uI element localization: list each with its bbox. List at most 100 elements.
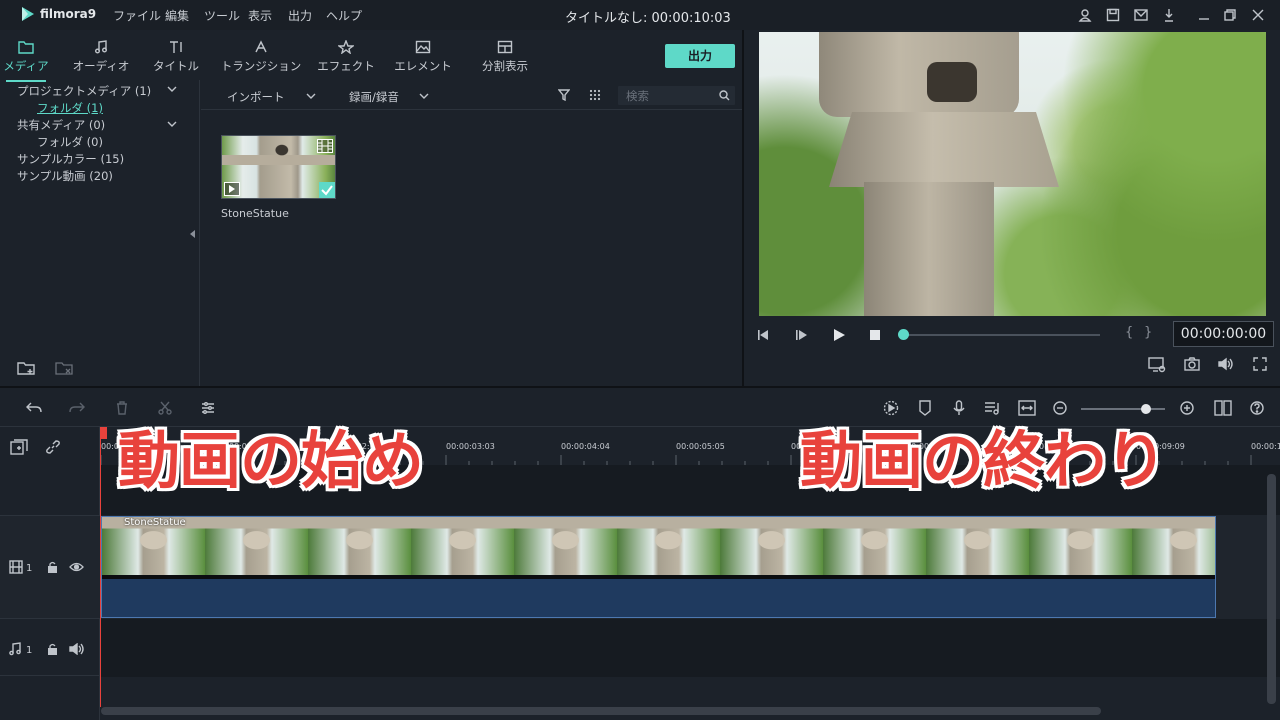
minimize-icon[interactable] (1198, 8, 1210, 22)
playhead-line[interactable] (100, 427, 101, 707)
grid-view-icon[interactable] (589, 89, 601, 101)
audio-mixer-icon[interactable] (984, 400, 1000, 416)
tab-transition[interactable]: トランジション (216, 40, 306, 74)
music-note-icon (66, 40, 136, 54)
ruler-label: 00:00:10:10 (1251, 442, 1280, 451)
tab-elements-label: エレメント (394, 59, 452, 73)
delete-icon[interactable] (115, 401, 129, 415)
chevron-down-icon[interactable] (167, 86, 177, 92)
previous-frame-icon[interactable] (756, 328, 770, 342)
zoom-slider-track[interactable] (1081, 408, 1165, 410)
image-icon (388, 40, 458, 54)
help-icon[interactable] (1250, 401, 1264, 415)
fullscreen-icon[interactable] (1253, 357, 1267, 371)
vertical-scrollbar[interactable] (1267, 474, 1276, 704)
eye-icon[interactable] (69, 562, 84, 572)
download-icon[interactable] (1162, 8, 1176, 22)
folder-tree: プロジェクトメディア (1) フォルダ (1) 共有メディア (0) フォルダ … (0, 80, 200, 386)
filmora-logo-icon (20, 6, 36, 22)
account-icon[interactable] (1078, 8, 1092, 22)
render-preview-icon[interactable] (882, 400, 900, 416)
track-height-icon[interactable] (1214, 400, 1232, 416)
undo-icon[interactable] (26, 401, 42, 415)
export-button[interactable]: 出力 (665, 44, 735, 68)
search-input[interactable]: 検索 (618, 86, 735, 105)
snapshot-camera-icon[interactable] (1184, 357, 1200, 371)
redo-icon[interactable] (69, 401, 85, 415)
cut-icon[interactable] (158, 401, 172, 415)
zoom-out-icon[interactable] (1053, 401, 1067, 415)
chevron-down-icon[interactable] (167, 121, 177, 127)
chevron-down-icon[interactable] (306, 93, 316, 99)
tree-sample-videos[interactable]: サンプル動画 (20) (17, 168, 113, 184)
chevron-down-icon[interactable] (419, 93, 429, 99)
marker-icon[interactable] (918, 400, 932, 416)
menu-tools[interactable]: ツール (204, 7, 240, 24)
link-icon[interactable] (45, 439, 61, 455)
mail-icon[interactable] (1134, 9, 1148, 21)
microphone-icon[interactable] (952, 400, 966, 416)
clip-name: StoneStatue (124, 517, 186, 528)
tab-title[interactable]: タイトル (141, 40, 211, 74)
playhead-slider-handle[interactable] (898, 329, 909, 340)
menu-help[interactable]: ヘルプ (326, 7, 362, 24)
import-dropdown[interactable]: インポート (227, 89, 285, 105)
tab-split-screen[interactable]: 分割表示 (470, 40, 540, 74)
restore-icon[interactable] (1224, 8, 1236, 22)
tab-media[interactable]: メディア (0, 40, 61, 74)
display-settings-icon[interactable] (1148, 357, 1166, 373)
transition-icon (216, 40, 306, 54)
record-dropdown[interactable]: 録画/録音 (349, 89, 399, 105)
ruler-label: 00:00:05:05 (676, 442, 725, 451)
tree-shared-media[interactable]: 共有メディア (0) (17, 117, 105, 133)
track-headers: 1 1 (0, 427, 100, 720)
search-icon[interactable] (719, 90, 730, 101)
menu-view[interactable]: 表示 (248, 7, 272, 24)
media-toolbar: インポート 録画/録音 検索 (201, 80, 742, 110)
speaker-icon[interactable] (69, 643, 85, 655)
add-track-icon[interactable] (10, 439, 28, 455)
tab-effects[interactable]: エフェクト (311, 40, 381, 74)
tab-elements[interactable]: エレメント (388, 40, 458, 74)
fit-timeline-icon[interactable] (1018, 400, 1036, 416)
search-placeholder: 検索 (626, 89, 649, 103)
stone-lantern-top (819, 32, 1019, 117)
mark-out-icon[interactable]: } (1144, 325, 1152, 340)
delete-folder-icon[interactable] (55, 360, 75, 376)
tree-project-media[interactable]: プロジェクトメディア (1) (17, 83, 151, 99)
menu-export[interactable]: 出力 (288, 7, 312, 24)
tab-audio[interactable]: オーディオ (66, 40, 136, 74)
menu-edit[interactable]: 編集 (165, 7, 189, 24)
media-thumbnail[interactable] (221, 135, 336, 199)
video-clip[interactable]: StoneStatue (101, 516, 1216, 618)
split-screen-icon (470, 40, 540, 54)
save-icon[interactable] (1106, 8, 1120, 22)
zoom-slider-handle[interactable] (1141, 404, 1151, 414)
play-icon[interactable] (832, 328, 846, 342)
new-folder-icon[interactable] (17, 360, 37, 376)
collapse-panel-icon[interactable] (190, 230, 196, 238)
app-name: filmora9 (40, 7, 97, 21)
lock-icon[interactable] (47, 561, 58, 573)
stone-lantern-middle (829, 112, 1059, 187)
tab-title-label: タイトル (153, 59, 199, 73)
zoom-in-icon[interactable] (1180, 401, 1194, 415)
mark-in-icon[interactable]: { (1125, 325, 1133, 340)
video-type-icon (224, 182, 240, 196)
tree-project-folder[interactable]: フォルダ (1) (37, 100, 103, 116)
clip-filmstrip (102, 517, 1215, 575)
volume-icon[interactable] (1218, 357, 1234, 371)
timeline-panel: 1 1 00:00:00:00 00:00:01:01 00:00:02:02 … (0, 388, 1280, 720)
horizontal-scrollbar[interactable] (101, 707, 1101, 715)
tree-sample-colors[interactable]: サンプルカラー (15) (17, 151, 124, 167)
playback-progress-track[interactable] (904, 334, 1100, 336)
next-frame-icon[interactable] (794, 328, 808, 342)
adjust-icon[interactable] (201, 401, 215, 415)
tree-shared-folder[interactable]: フォルダ (0) (37, 134, 103, 150)
lock-icon[interactable] (47, 643, 58, 655)
close-icon[interactable] (1252, 8, 1264, 22)
filter-icon[interactable] (558, 89, 570, 101)
stop-icon[interactable] (869, 329, 881, 341)
playhead-handle[interactable] (100, 427, 107, 439)
menu-file[interactable]: ファイル (113, 7, 161, 24)
